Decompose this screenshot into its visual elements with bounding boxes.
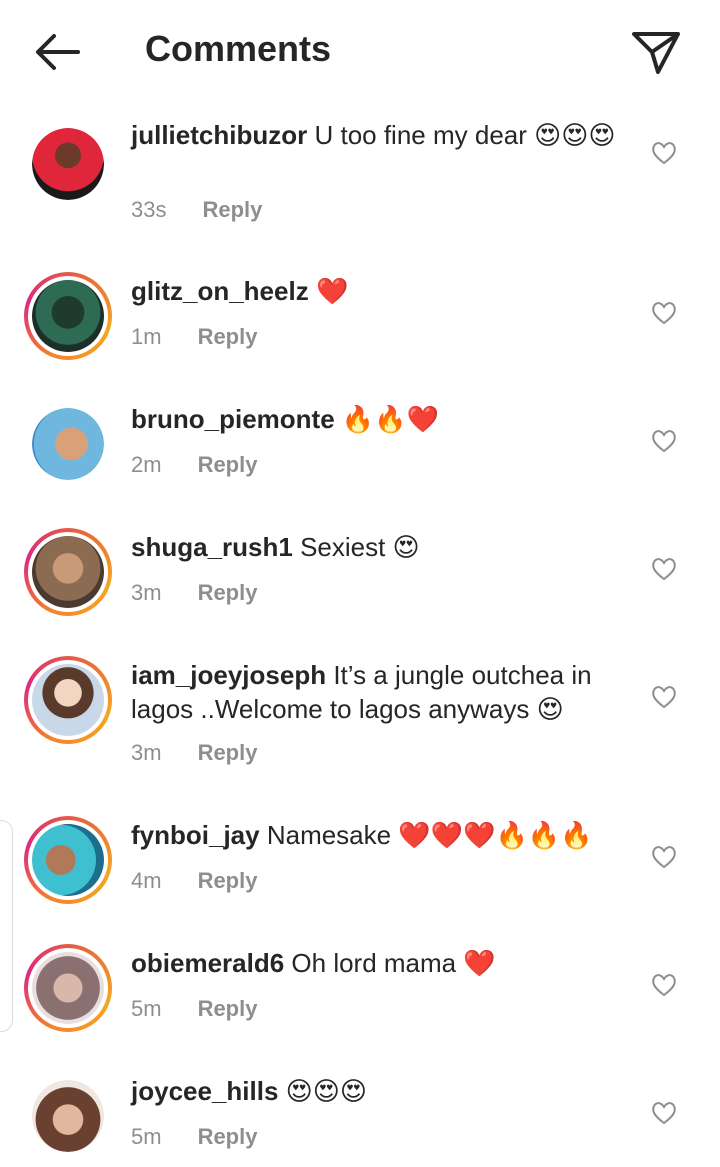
reply-button[interactable]: Reply — [198, 452, 258, 477]
like-heart-icon[interactable] — [651, 973, 677, 997]
like-heart-icon[interactable] — [651, 301, 677, 325]
comment-meta: 33s Reply — [131, 197, 262, 223]
comment-username[interactable]: jullietchibuzor — [131, 120, 307, 150]
comment-time: 4m — [131, 868, 162, 893]
comment-time: 3m — [131, 580, 162, 605]
reply-button[interactable]: Reply — [202, 197, 262, 222]
reply-button[interactable]: Reply — [198, 868, 258, 893]
reply-button[interactable]: Reply — [198, 324, 258, 349]
avatar[interactable] — [24, 528, 112, 616]
comment-item: iam_joeyjoseph It’s a jungle outchea in … — [0, 656, 720, 784]
like-heart-icon[interactable] — [651, 429, 677, 453]
comment-text: bruno_piemonte 🔥🔥❤️ — [131, 402, 631, 436]
comment-meta: 3m Reply — [131, 740, 257, 766]
like-heart-icon[interactable] — [651, 557, 677, 581]
avatar[interactable] — [24, 400, 112, 488]
back-arrow-icon[interactable] — [30, 30, 82, 74]
comment-item: jullietchibuzor U too fine my dear 😍😍😍 3… — [0, 120, 720, 240]
avatar[interactable] — [24, 944, 112, 1032]
avatar[interactable] — [24, 272, 112, 360]
like-heart-icon[interactable] — [651, 1101, 677, 1125]
comment-time: 5m — [131, 996, 162, 1021]
comment-body: ❤️ — [315, 276, 349, 306]
comment-item: fynboi_jay Namesake ❤️❤️❤️🔥🔥🔥 4m Reply — [0, 816, 720, 916]
comment-time: 3m — [131, 740, 162, 765]
comment-meta: 5m Reply — [131, 996, 257, 1022]
comment-username[interactable]: joycee_hills — [131, 1076, 278, 1106]
comment-body: Sexiest 😍 — [300, 532, 420, 562]
comment-meta: 3m Reply — [131, 580, 257, 606]
comment-username[interactable]: obiemerald6 — [131, 948, 284, 978]
comment-body: U too fine my dear 😍😍😍 — [314, 120, 616, 150]
comment-username[interactable]: glitz_on_heelz — [131, 276, 309, 306]
comment-body: 🔥🔥❤️ — [341, 404, 440, 434]
comment-username[interactable]: iam_joeyjoseph — [131, 660, 326, 690]
comment-text: obiemerald6 Oh lord mama ❤️ — [131, 946, 631, 980]
comment-text: glitz_on_heelz ❤️ — [131, 274, 631, 308]
comment-text: joycee_hills 😍😍😍 — [131, 1074, 631, 1108]
comment-meta: 1m Reply — [131, 324, 257, 350]
reply-button[interactable]: Reply — [198, 996, 258, 1021]
comment-item: glitz_on_heelz ❤️ 1m Reply — [0, 272, 720, 372]
comment-text: fynboi_jay Namesake ❤️❤️❤️🔥🔥🔥 — [131, 818, 631, 852]
comment-item: obiemerald6 Oh lord mama ❤️ 5m Reply — [0, 944, 720, 1044]
comment-body: Oh lord mama ❤️ — [291, 948, 496, 978]
like-heart-icon[interactable] — [651, 141, 677, 165]
comment-time: 1m — [131, 324, 162, 349]
comment-username[interactable]: fynboi_jay — [131, 820, 260, 850]
comment-time: 33s — [131, 197, 167, 222]
reply-button[interactable]: Reply — [198, 740, 258, 765]
avatar[interactable] — [24, 120, 112, 208]
avatar[interactable] — [24, 1072, 112, 1160]
comment-username[interactable]: bruno_piemonte — [131, 404, 335, 434]
comment-item: shuga_rush1 Sexiest 😍 3m Reply — [0, 528, 720, 628]
comment-item: bruno_piemonte 🔥🔥❤️ 2m Reply — [0, 400, 720, 500]
avatar[interactable] — [24, 816, 112, 904]
comment-text: iam_joeyjoseph It’s a jungle outchea in … — [131, 658, 631, 726]
send-icon[interactable] — [630, 28, 682, 76]
comment-body: 😍😍😍 — [285, 1076, 367, 1106]
reply-button[interactable]: Reply — [198, 580, 258, 605]
comment-meta: 5m Reply — [131, 1124, 257, 1150]
comment-meta: 2m Reply — [131, 452, 257, 478]
comment-body: Namesake ❤️❤️❤️🔥🔥🔥 — [266, 820, 593, 850]
header-bar: Comments — [0, 0, 720, 104]
like-heart-icon[interactable] — [651, 685, 677, 709]
reply-button[interactable]: Reply — [198, 1124, 258, 1149]
comment-time: 5m — [131, 1124, 162, 1149]
comment-text: jullietchibuzor U too fine my dear 😍😍😍 — [131, 118, 631, 152]
like-heart-icon[interactable] — [651, 845, 677, 869]
comment-username[interactable]: shuga_rush1 — [131, 532, 293, 562]
avatar[interactable] — [24, 656, 112, 744]
comment-item: joycee_hills 😍😍😍 5m Reply — [0, 1072, 720, 1167]
comment-meta: 4m Reply — [131, 868, 257, 894]
comment-text: shuga_rush1 Sexiest 😍 — [131, 530, 631, 564]
page-title: Comments — [145, 28, 332, 69]
comment-time: 2m — [131, 452, 162, 477]
edge-panel-handle[interactable] — [0, 820, 13, 1032]
